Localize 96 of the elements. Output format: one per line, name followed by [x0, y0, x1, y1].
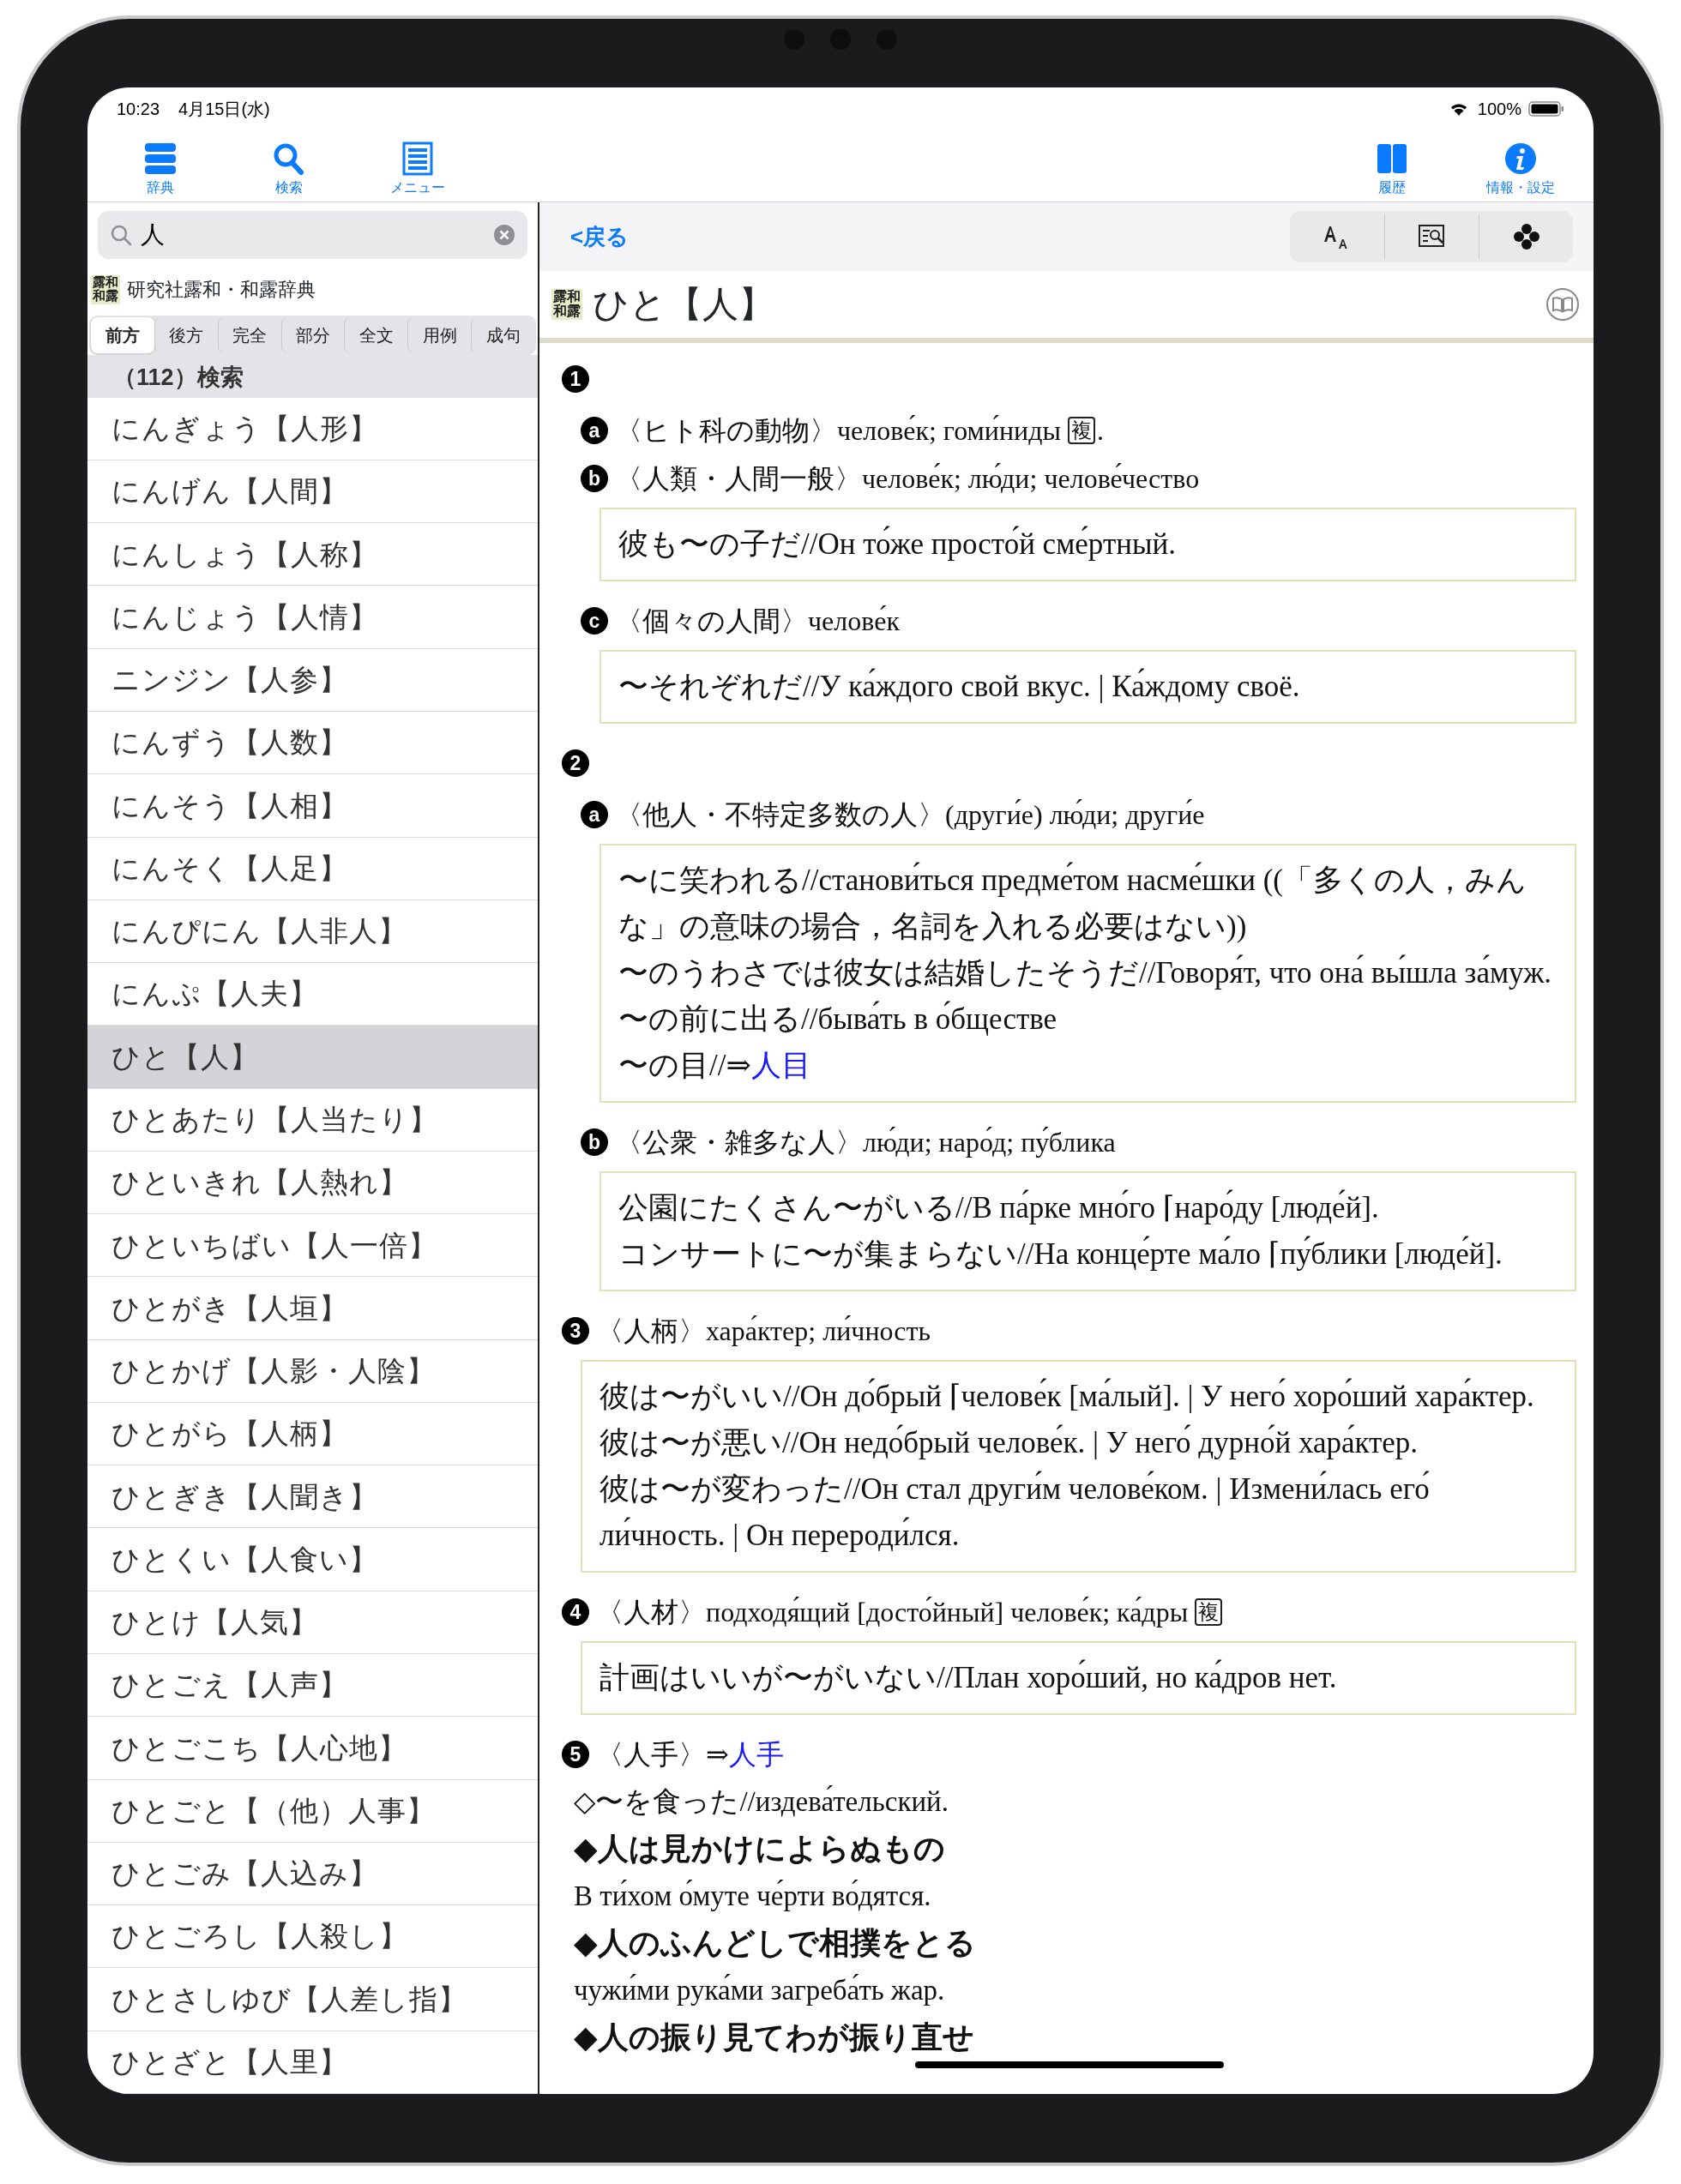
plural-tag: 複: [1067, 416, 1095, 445]
example-line: 公園にたくさん〜がいる//В па́рке мно́го ⌈наро́ду [люде́й].: [618, 1188, 1380, 1226]
result-item[interactable]: ひとぎき【人聞き】: [87, 1465, 538, 1529]
subsense-letter: b: [581, 1128, 608, 1156]
definition-text: 〈個々の人間〉челове́к: [615, 605, 900, 638]
result-item[interactable]: にんぎょう【人形】: [87, 397, 538, 460]
book-icon[interactable]: [1545, 287, 1580, 322]
idiom-text: ◆人のふんどしで相撲をとる: [574, 1925, 977, 1962]
definition-text: 〈人柄〉хара́ктер; ли́чность: [596, 1315, 931, 1348]
result-item[interactable]: ひとあたり【人当たり】: [87, 1088, 538, 1152]
translation-text: В ти́хом о́муте че́рти во́дятся.: [574, 1879, 932, 1913]
history-button[interactable]: 履歴: [1328, 141, 1456, 198]
badge-text: 和露: [553, 304, 581, 319]
subsense-letter: b: [581, 465, 608, 492]
example-line: 彼は〜がいい//Он до́брый ⌈челове́к [ма́лый]. | У него́ хоро́ший хара́ктер.: [599, 1377, 1535, 1415]
search-mode-tab[interactable]: 部分: [280, 316, 345, 353]
result-item[interactable]: ニンジン【人参】: [87, 648, 538, 712]
result-item[interactable]: ひとがき【人垣】: [87, 1277, 538, 1340]
result-item[interactable]: ひとけ【人気】: [87, 1591, 538, 1654]
badge-text: 和露: [93, 289, 118, 304]
headword: ひと【人】: [593, 283, 775, 326]
info-button[interactable]: 情報・設定: [1456, 141, 1585, 198]
result-item[interactable]: ひとざと【人里】: [87, 2031, 538, 2094]
search-mode-tab[interactable]: 全文: [344, 316, 408, 353]
sense-number: 4: [562, 1598, 589, 1626]
sense-number: 5: [562, 1741, 589, 1768]
translation-text: чужи́ми рука́ми загреба́ть жар.: [574, 1973, 946, 2007]
example-line: 〜の目//⇒人目: [618, 1048, 812, 1084]
example-line: 〜に笑われる//станови́ться предме́том насме́шки ((「多くの人，みんな」の意味の場合，名詞を入れる必要はない)): [618, 861, 1527, 945]
clear-icon[interactable]: [493, 223, 515, 246]
search-mode-tab[interactable]: 前方: [91, 316, 154, 353]
sense-number: 2: [562, 749, 589, 777]
subsense-letter: a: [581, 417, 608, 444]
idiom-text: ◆人の振り見てわが振り直せ: [574, 2019, 975, 2056]
search-field[interactable]: 人: [98, 211, 527, 259]
example-line: 〜それぞれだ//У ка́ждого свой вкус. | Ка́ждому своё.: [618, 667, 1301, 705]
search-button[interactable]: 検索: [225, 141, 353, 198]
search-input[interactable]: 人: [141, 216, 485, 253]
result-item[interactable]: ひといきれ【人熱れ】: [87, 1151, 538, 1215]
result-item[interactable]: ひとごみ【人込み】: [87, 1842, 538, 1906]
result-item[interactable]: ひとがら【人柄】: [87, 1402, 538, 1466]
result-item[interactable]: ひといちばい【人一倍】: [87, 1214, 538, 1278]
example-line: コンサートに〜が集まらない//На конце́рте ма́ло ⌈пу́блики [люде́й].: [618, 1235, 1503, 1272]
example-line: 彼は〜が変わった//Он стал други́м челове́ком. | Измени́лась его́ ли́чность. | Он перероди́лся.: [599, 1470, 1431, 1554]
menu-button[interactable]: メニュー: [353, 141, 482, 198]
result-item[interactable]: ひとごろし【人殺し】: [87, 1905, 538, 1969]
badge-text: 露和: [93, 276, 118, 290]
result-item[interactable]: ひとくい【人食い】: [87, 1528, 538, 1591]
result-item[interactable]: にんそく【人足】: [87, 837, 538, 900]
definition-text: 〈他人・不特定多数の人〉(други́е) лю́ди; други́е: [615, 798, 1205, 832]
result-item[interactable]: にんずう【人数】: [87, 712, 538, 775]
definition-text: 〈公衆・雑多な人〉лю́ди; наро́д; пу́блика: [615, 1126, 1116, 1159]
battery-level: 100%: [1477, 99, 1521, 120]
search-mode-tab[interactable]: 用例: [407, 316, 472, 353]
example-line: 〜の前に出る//быва́ть в о́бществе: [618, 1000, 1058, 1038]
subsense-letter: c: [581, 607, 608, 635]
phrase-text: ◇〜を食った//издева́тельский.: [574, 1784, 950, 1819]
example-line: 彼も〜の子だ//Он то́же просто́й сме́ртный.: [618, 525, 1177, 563]
search-icon: [110, 223, 132, 246]
result-item[interactable]: ひとかげ【人影・人陰】: [87, 1339, 538, 1403]
result-item[interactable]: ひとさしゆび【人差し指】: [87, 1968, 538, 2031]
period-mark: .: [1096, 414, 1104, 448]
definition-text: 〈人類・人間一般〉челове́к; лю́ди; челове́чество: [615, 462, 1200, 496]
plural-tag: 複: [1195, 1597, 1223, 1627]
dictionaries-button[interactable]: 辞典: [96, 141, 225, 198]
subsense-letter: a: [581, 801, 608, 828]
result-item[interactable]: ひとごと【（他）人事】: [87, 1779, 538, 1843]
search-mode-tab[interactable]: 完全: [217, 316, 281, 353]
result-item[interactable]: ひとごこち【人心地】: [87, 1717, 538, 1780]
result-item[interactable]: にんじょう【人情】: [87, 586, 538, 649]
definition-text: 〈ヒト科の動物〉челове́к; гоми́ниды: [615, 414, 1061, 448]
result-item[interactable]: にんしょう【人称】: [87, 523, 538, 587]
example-line: 彼は〜が悪い//Он недо́брый челове́к. | У него́ дурно́й хара́ктер.: [599, 1423, 1419, 1461]
result-item[interactable]: にんぴにん【人非人】: [87, 899, 538, 964]
definition-text: 〈人材〉подходя́щий [досто́йный] челове́к; ка́дры: [596, 1596, 1189, 1629]
status-date: 4月15日(水): [178, 99, 270, 120]
search-mode-tab[interactable]: 後方: [154, 316, 218, 353]
cross-reference-link[interactable]: 人目: [750, 1049, 811, 1082]
battery-icon: [1528, 100, 1564, 117]
example-line: 計画はいいが〜がいない//План хоро́ший, но ка́дров нет.: [599, 1658, 1338, 1696]
sense-number: 3: [562, 1317, 589, 1345]
result-item[interactable]: ひとごえ【人声】: [87, 1654, 538, 1718]
result-item[interactable]: ひと【人】: [87, 1026, 538, 1089]
sense-number: 1: [562, 365, 589, 393]
cross-reference-link[interactable]: 人手: [728, 1739, 784, 1770]
result-item[interactable]: にんげん【人間】: [87, 460, 538, 524]
dictionary-name: 研究社露和・和露辞典: [127, 278, 316, 303]
idiom-text: ◆人は見かけによらぬもの: [574, 1831, 946, 1868]
status-time: 10:23: [117, 99, 160, 120]
result-item[interactable]: にんそう【人相】: [87, 774, 538, 838]
back-button[interactable]: <戻る: [565, 219, 635, 255]
search-mode-tab[interactable]: 成句: [471, 316, 534, 353]
definition-text: 〈人手〉⇒人手: [596, 1738, 784, 1772]
badge-text: 露和: [553, 290, 581, 304]
results-header: （112）検索: [87, 354, 538, 398]
example-line: 〜のうわさでは彼女は結婚したそうだ//Говоря́т, что она́ вы́шла за́муж.: [618, 954, 1553, 991]
